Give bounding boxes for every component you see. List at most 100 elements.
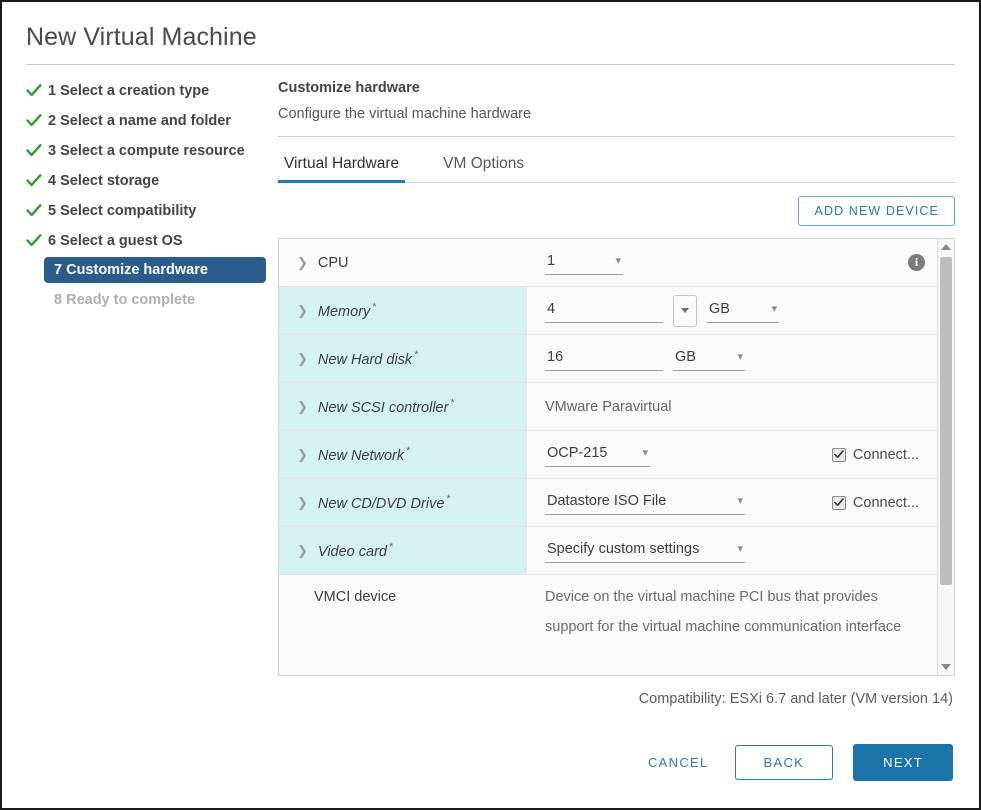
table-row-vmci-device: VMCI device Device on the virtual machin… <box>279 575 937 675</box>
sidebar-step-2[interactable]: 2 Select a name and folder <box>26 107 268 134</box>
sidebar-step-label: 8 Ready to complete <box>54 291 196 308</box>
sidebar-step-5[interactable]: 5 Select compatibility <box>26 197 268 224</box>
check-icon <box>26 204 48 217</box>
cddvd-source-select[interactable]: Datastore ISO File ▾ <box>545 490 745 515</box>
hard-disk-unit-value: GB <box>675 349 696 365</box>
network-select[interactable]: OCP-215 ▾ <box>545 442 650 467</box>
chevron-right-icon[interactable]: ❯ <box>297 400 308 413</box>
row-label-cell: ❯ New SCSI controller * <box>279 383 527 430</box>
row-label-cell: ❯ Memory * <box>279 287 527 334</box>
row-value-cell: VMware Paravirtual <box>527 383 937 430</box>
sidebar-step-label: 4 Select storage <box>48 172 160 189</box>
scrollbar-thumb[interactable] <box>940 257 952 585</box>
content-subheading: Configure the virtual machine hardware <box>278 106 532 122</box>
video-card-settings-select[interactable]: Specify custom settings ▾ <box>545 538 745 563</box>
required-marker: * <box>372 301 377 314</box>
cddvd-connect-checkbox[interactable] <box>831 495 846 510</box>
required-marker: * <box>406 445 411 458</box>
hardware-label: Video card * <box>317 541 394 560</box>
hard-disk-size-input[interactable] <box>545 346 663 371</box>
sidebar-step-6[interactable]: 6 Select a guest OS <box>26 227 268 254</box>
chevron-right-icon[interactable]: ❯ <box>297 544 308 557</box>
sidebar-step-label: 3 Select a compute resource <box>48 142 245 159</box>
table-row-new-network: ❯ New Network * OCP-215 ▾ Connect... <box>279 431 937 479</box>
sidebar-step-label: 2 Select a name and folder <box>48 112 231 129</box>
main-content: Customize hardware Configure the virtual… <box>268 65 979 781</box>
sidebar-step-7-current[interactable]: 7 Customize hardware <box>44 257 266 283</box>
dialog-body: 1 Select a creation type 2 Select a name… <box>2 65 979 781</box>
virtual-hardware-table: ❯ CPU 1 ▾ i ❯ Memory * 4 GB ▾ ❯ New Hard… <box>278 238 955 676</box>
cpu-info-icon[interactable]: i <box>908 254 925 271</box>
hardware-label: VMCI device <box>314 589 397 605</box>
sidebar-step-3[interactable]: 3 Select a compute resource <box>26 137 268 164</box>
table-row-new-scsi-controller: ❯ New SCSI controller * VMware Paravirtua… <box>279 383 937 431</box>
hardware-label: New Hard disk * <box>317 349 419 368</box>
row-label-cell: ❯ CPU <box>279 239 527 286</box>
row-value-cell: OCP-215 ▾ Connect... <box>527 431 937 478</box>
triangle-down-icon <box>681 308 689 313</box>
back-button[interactable]: BACK <box>734 745 834 780</box>
network-connect-label: Connect... <box>852 446 919 463</box>
new-virtual-machine-dialog: New Virtual Machine 1 Select a creation … <box>0 0 981 810</box>
row-value-cell: GB ▾ <box>527 287 937 334</box>
check-icon <box>26 144 48 157</box>
sidebar-step-label: 1 Select a creation type <box>48 82 210 99</box>
table-row-new-cd-dvd-drive: ❯ New CD/DVD Drive * Datastore ISO File ▾ <box>279 479 937 527</box>
dialog-title-bar: New Virtual Machine <box>2 2 979 54</box>
required-marker: * <box>450 397 455 410</box>
cpu-count-value: 1 <box>547 253 556 269</box>
chevron-down-icon: ▾ <box>737 494 743 507</box>
required-marker: * <box>388 541 394 554</box>
network-connect-group: Connect... <box>831 446 925 463</box>
tab-vm-options[interactable]: VM Options <box>437 151 530 182</box>
sidebar-step-4[interactable]: 4 Select storage <box>26 167 268 194</box>
chevron-down-icon: ▾ <box>615 254 621 267</box>
sidebar-step-1[interactable]: 1 Select a creation type <box>26 77 268 104</box>
toolbar: ADD NEW DEVICE <box>278 196 955 226</box>
hard-disk-unit-select[interactable]: GB ▾ <box>673 346 745 371</box>
check-icon <box>26 114 48 127</box>
cancel-button[interactable]: CANCEL <box>642 746 715 779</box>
chevron-right-icon[interactable]: ❯ <box>297 256 308 269</box>
scroll-up-arrow-icon[interactable] <box>938 239 954 255</box>
memory-unit-select[interactable]: GB ▾ <box>707 298 779 323</box>
row-value-cell: Specify custom settings ▾ <box>527 527 937 574</box>
compatibility-text: Compatibility: ESXi 6.7 and later (VM ve… <box>638 691 953 707</box>
table-row-cpu: ❯ CPU 1 ▾ i <box>279 239 937 287</box>
page-title: New Virtual Machine <box>26 23 257 51</box>
memory-stepper-down-button[interactable] <box>673 294 697 327</box>
dialog-footer: CANCEL BACK NEXT <box>278 744 955 781</box>
hardware-label: Memory * <box>317 301 377 320</box>
row-value-cell: Datastore ISO File ▾ Connect... <box>527 479 937 526</box>
cddvd-connect-label: Connect... <box>852 494 919 511</box>
required-marker: * <box>446 493 451 506</box>
scroll-down-arrow-icon[interactable] <box>938 659 954 675</box>
chevron-right-icon[interactable]: ❯ <box>297 448 308 461</box>
cpu-count-select[interactable]: 1 ▾ <box>545 250 623 275</box>
required-marker: * <box>414 349 419 362</box>
memory-unit-value: GB <box>709 301 730 317</box>
chevron-down-icon: ▾ <box>737 542 743 555</box>
network-connect-checkbox[interactable] <box>831 447 846 462</box>
tab-virtual-hardware[interactable]: Virtual Hardware <box>278 151 406 183</box>
sidebar-step-label: 5 Select compatibility <box>48 202 197 219</box>
check-icon <box>26 174 48 187</box>
memory-size-input[interactable] <box>545 298 663 323</box>
table-row-video-card: ❯ Video card * Specify custom settings ▾ <box>279 527 937 575</box>
add-new-device-button[interactable]: ADD NEW DEVICE <box>797 196 955 226</box>
chevron-right-icon[interactable]: ❯ <box>297 496 308 509</box>
content-divider <box>278 136 955 137</box>
hardware-table-scrollbar[interactable] <box>937 239 954 675</box>
cddvd-source-value: Datastore ISO File <box>547 493 667 509</box>
hardware-label: New CD/DVD Drive * <box>317 493 451 512</box>
row-label-cell: ❯ Video card * <box>279 527 527 574</box>
row-value-cell: Device on the virtual machine PCI bus th… <box>527 575 937 675</box>
hardware-label: New Network * <box>317 445 411 464</box>
cddvd-connect-group: Connect... <box>831 494 925 511</box>
chevron-right-icon[interactable]: ❯ <box>297 352 308 365</box>
next-button[interactable]: NEXT <box>853 744 953 781</box>
hardware-rows: ❯ CPU 1 ▾ i ❯ Memory * 4 GB ▾ ❯ New Hard… <box>279 239 937 675</box>
chevron-right-icon[interactable]: ❯ <box>297 304 308 317</box>
row-label-cell: ❯ New CD/DVD Drive * <box>279 479 527 526</box>
tab-bar: Virtual Hardware VM Options <box>278 151 955 183</box>
